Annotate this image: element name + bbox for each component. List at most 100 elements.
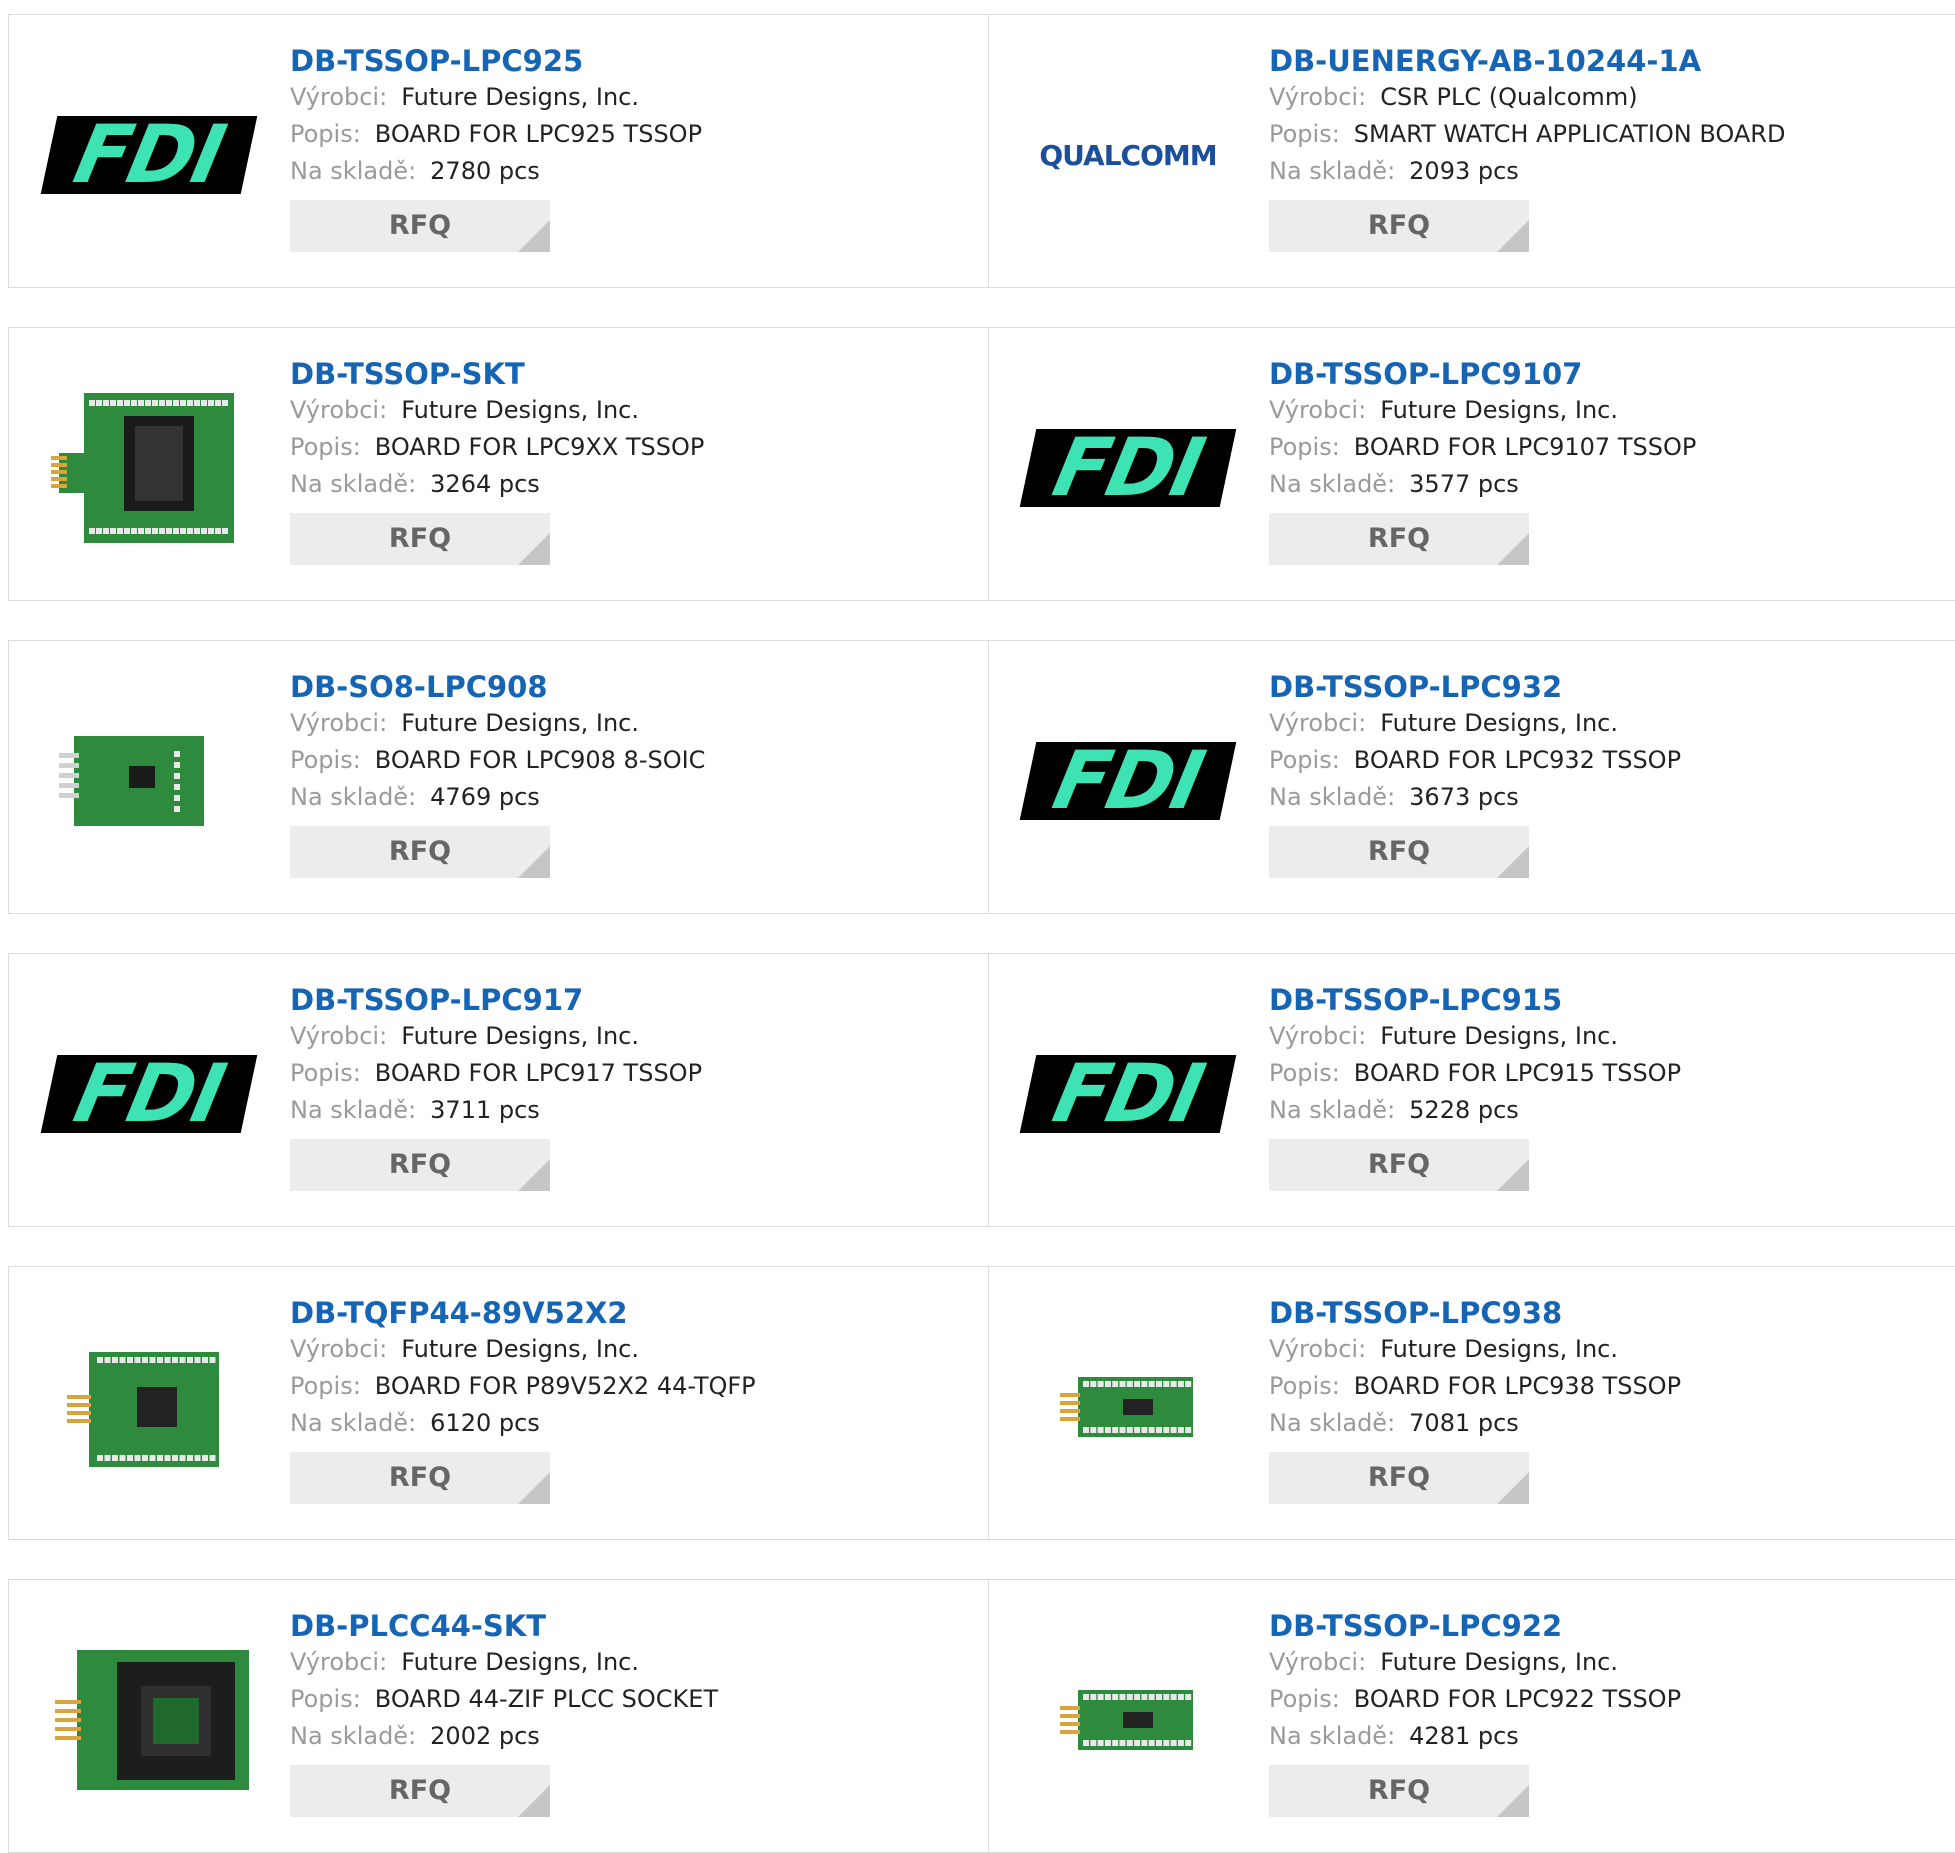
product-image[interactable]: FDI [40, 994, 258, 1194]
manufacturer-line: Výrobci: Future Designs, Inc. [290, 1331, 960, 1368]
description-label: Popis: [1269, 1372, 1340, 1400]
product-image[interactable] [1028, 1307, 1228, 1507]
product-card: FDI DB-TSSOP-LPC9107 Výrobci: Future Desi… [988, 328, 1955, 600]
product-image[interactable]: FDI [40, 55, 258, 255]
product-card: FDI DB-TSSOP-LPC915 Výrobci: Future Desig… [988, 954, 1955, 1226]
manufacturer-label: Výrobci: [290, 1335, 388, 1363]
rfq-button[interactable]: RFQ [1269, 826, 1529, 878]
product-title-link[interactable]: DB-TSSOP-SKT [290, 356, 960, 392]
manufacturer-value: CSR PLC (Qualcomm) [1380, 83, 1638, 111]
manufacturer-value: Future Designs, Inc. [401, 83, 639, 111]
manufacturer-label: Výrobci: [1269, 1648, 1367, 1676]
product-image[interactable]: FDI [1019, 368, 1237, 568]
stock-value: 4769 pcs [430, 783, 540, 811]
product-title-link[interactable]: DB-PLCC44-SKT [290, 1608, 960, 1644]
product-title-link[interactable]: DB-TSSOP-LPC917 [290, 982, 960, 1018]
stock-line: Na skladě: 3264 pcs [290, 466, 960, 503]
product-info: DB-PLCC44-SKT Výrobci: Future Designs, In… [290, 1608, 960, 1817]
manufacturer-value: Future Designs, Inc. [401, 1648, 639, 1676]
description-label: Popis: [290, 1059, 361, 1087]
manufacturer-line: Výrobci: CSR PLC (Qualcomm) [1269, 79, 1939, 116]
product-card: DB-TSSOP-SKT Výrobci: Future Designs, Inc… [9, 328, 989, 600]
rfq-button[interactable]: RFQ [290, 826, 550, 878]
product-image[interactable] [49, 1307, 249, 1507]
rfq-button[interactable]: RFQ [290, 1139, 550, 1191]
rfq-button[interactable]: RFQ [1269, 1452, 1529, 1504]
stock-line: Na skladě: 3673 pcs [1269, 779, 1939, 816]
rfq-button-label: RFQ [1367, 1775, 1431, 1806]
product-info: DB-UENERGY-AB-10244-1A Výrobci: CSR PLC (… [1269, 43, 1939, 252]
manufacturer-label: Výrobci: [290, 1022, 388, 1050]
stock-line: Na skladě: 4281 pcs [1269, 1718, 1939, 1755]
manufacturer-label: Výrobci: [1269, 83, 1367, 111]
product-title-link[interactable]: DB-TSSOP-LPC925 [290, 43, 960, 79]
description-value: BOARD 44-ZIF PLCC SOCKET [374, 1685, 719, 1713]
description-value: BOARD FOR LPC925 TSSOP [374, 120, 703, 148]
description-label: Popis: [290, 1685, 361, 1713]
rfq-button[interactable]: RFQ [290, 200, 550, 252]
product-title-link[interactable]: DB-UENERGY-AB-10244-1A [1269, 43, 1939, 79]
product-info: DB-TSSOP-LPC917 Výrobci: Future Designs, … [290, 982, 960, 1191]
stock-value: 3264 pcs [430, 470, 540, 498]
product-card: DB-TSSOP-LPC938 Výrobci: Future Designs, … [988, 1267, 1955, 1539]
manufacturer-value: Future Designs, Inc. [401, 1022, 639, 1050]
product-title-link[interactable]: DB-TSSOP-LPC915 [1269, 982, 1939, 1018]
manufacturer-label: Výrobci: [1269, 709, 1367, 737]
product-image[interactable]: FDI [1019, 681, 1237, 881]
product-title-link[interactable]: DB-TSSOP-LPC938 [1269, 1295, 1939, 1331]
description-line: Popis: BOARD FOR LPC938 TSSOP [1269, 1368, 1939, 1405]
description-line: Popis: BOARD 44-ZIF PLCC SOCKET [290, 1681, 960, 1718]
rfq-button[interactable]: RFQ [1269, 1139, 1529, 1191]
description-value: BOARD FOR LPC9107 TSSOP [1353, 433, 1697, 461]
description-label: Popis: [290, 120, 361, 148]
stock-value: 3673 pcs [1409, 783, 1519, 811]
stock-value: 4281 pcs [1409, 1722, 1519, 1750]
description-line: Popis: SMART WATCH APPLICATION BOARD [1269, 116, 1939, 153]
stock-line: Na skladě: 5228 pcs [1269, 1092, 1939, 1129]
stock-value: 2093 pcs [1409, 157, 1519, 185]
rfq-button[interactable]: RFQ [1269, 513, 1529, 565]
stock-label: Na skladě: [1269, 470, 1396, 498]
manufacturer-label: Výrobci: [290, 396, 388, 424]
product-title-link[interactable]: DB-TSSOP-LPC932 [1269, 669, 1939, 705]
description-value: BOARD FOR LPC915 TSSOP [1353, 1059, 1682, 1087]
product-card: DB-PLCC44-SKT Výrobci: Future Designs, In… [9, 1580, 989, 1852]
fdi-logo: FDI [1019, 742, 1237, 820]
product-info: DB-TSSOP-LPC9107 Výrobci: Future Designs,… [1269, 356, 1939, 565]
description-line: Popis: BOARD FOR LPC925 TSSOP [290, 116, 960, 153]
rfq-button[interactable]: RFQ [290, 1452, 550, 1504]
description-label: Popis: [1269, 120, 1340, 148]
product-image[interactable]: FDI [1019, 994, 1237, 1194]
description-label: Popis: [1269, 1685, 1340, 1713]
description-label: Popis: [290, 433, 361, 461]
product-image[interactable] [49, 368, 249, 568]
product-title-link[interactable]: DB-TSSOP-LPC922 [1269, 1608, 1939, 1644]
description-label: Popis: [290, 1372, 361, 1400]
description-value: BOARD FOR LPC908 8-SOIC [374, 746, 706, 774]
corner-fold-icon [1497, 846, 1529, 878]
rfq-button[interactable]: RFQ [1269, 200, 1529, 252]
product-image[interactable] [49, 1620, 249, 1820]
rfq-button[interactable]: RFQ [1269, 1765, 1529, 1817]
product-card: DB-TSSOP-LPC922 Výrobci: Future Designs, … [988, 1580, 1955, 1852]
product-image[interactable] [49, 681, 249, 881]
product-title-link[interactable]: DB-TQFP44-89V52X2 [290, 1295, 960, 1331]
socket-board-photo [51, 393, 234, 543]
description-label: Popis: [1269, 1059, 1340, 1087]
manufacturer-value: Future Designs, Inc. [401, 396, 639, 424]
product-title-link[interactable]: DB-TSSOP-LPC9107 [1269, 356, 1939, 392]
product-image[interactable] [1028, 1620, 1228, 1820]
stock-value: 7081 pcs [1409, 1409, 1519, 1437]
corner-fold-icon [518, 220, 550, 252]
product-card: FDI DB-TSSOP-LPC932 Výrobci: Future Desig… [988, 641, 1955, 913]
rfq-button[interactable]: RFQ [290, 1765, 550, 1817]
manufacturer-label: Výrobci: [290, 83, 388, 111]
fdi-logo: FDI [40, 1055, 258, 1133]
product-title-link[interactable]: DB-SO8-LPC908 [290, 669, 960, 705]
product-image[interactable]: QUALCOMM [1028, 55, 1228, 255]
stock-line: Na skladě: 3711 pcs [290, 1092, 960, 1129]
corner-fold-icon [518, 1785, 550, 1817]
corner-fold-icon [518, 1472, 550, 1504]
rfq-button[interactable]: RFQ [290, 513, 550, 565]
manufacturer-label: Výrobci: [290, 709, 388, 737]
